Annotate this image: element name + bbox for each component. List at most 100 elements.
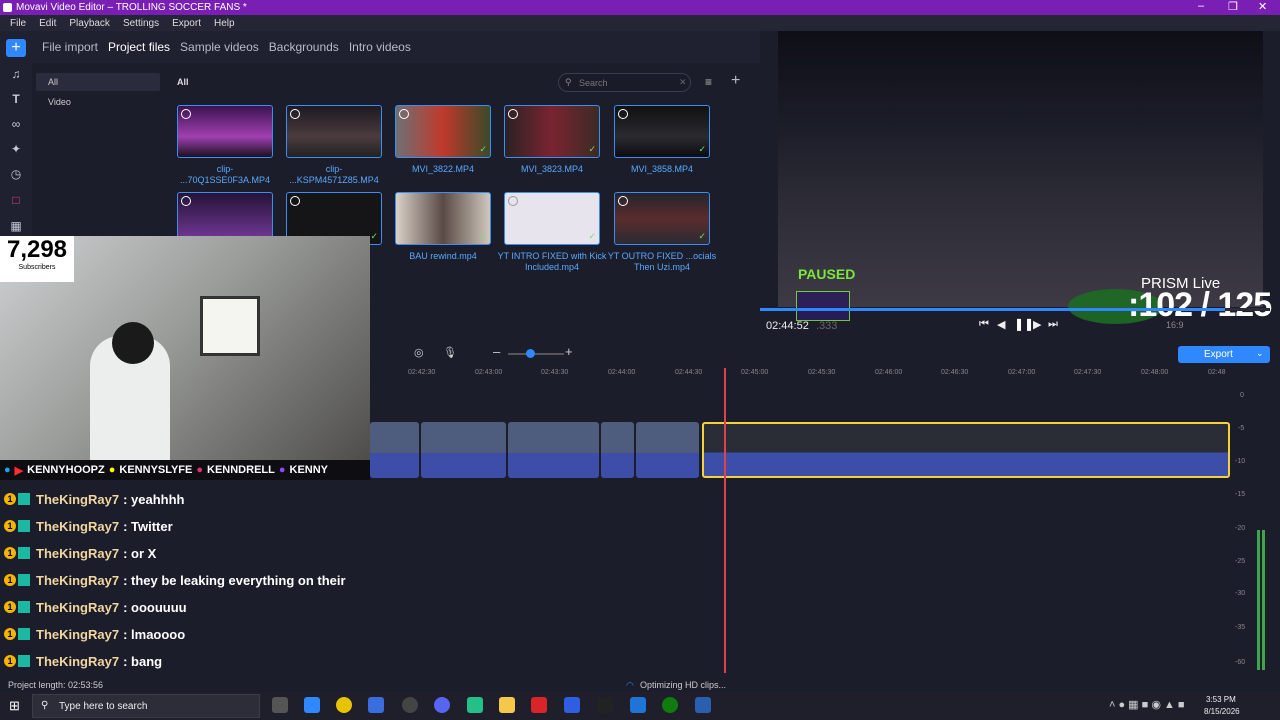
add-file-icon[interactable]: + — [731, 72, 740, 90]
tab-backgrounds[interactable]: Backgrounds — [269, 40, 339, 54]
file-label: clip- ...70Q1SSE0F3A.MP4 — [179, 164, 271, 185]
ruler-label: 02:47:30 — [1074, 369, 1102, 376]
skip-end-icon[interactable]: ⏭ — [1048, 318, 1058, 331]
titles-icon[interactable]: T — [8, 91, 24, 107]
ruler-label: 02:46:30 — [941, 369, 969, 376]
microphone-icon[interactable]: 🎙 — [443, 346, 457, 359]
minimize-button[interactable]: – — [1198, 0, 1204, 12]
playback-progress[interactable] — [760, 308, 1270, 311]
file-thumb[interactable]: ✓ — [614, 192, 710, 245]
chrome-icon[interactable] — [336, 697, 352, 713]
file-label: YT INTRO FIXED with Kick Included.mp4 — [497, 251, 607, 272]
tab-file-import[interactable]: File import — [42, 40, 98, 54]
zoom-slider[interactable] — [508, 353, 564, 355]
menu-playback[interactable]: Playback — [69, 18, 110, 29]
close-button[interactable]: ✕ — [1258, 0, 1267, 13]
window-shape — [200, 296, 260, 356]
export-button[interactable]: Export ⌄ — [1178, 346, 1270, 363]
obs-icon[interactable] — [402, 697, 418, 713]
outlook-icon[interactable] — [630, 697, 646, 713]
menu-file[interactable]: File — [10, 18, 26, 29]
app-icon[interactable] — [695, 697, 711, 713]
menu-edit[interactable]: Edit — [39, 18, 56, 29]
capcut-icon[interactable] — [597, 697, 613, 713]
chat-message: 1 TheKingRay7: bang — [0, 652, 370, 670]
clock-icon[interactable]: ◷ — [8, 166, 24, 182]
file-thumb[interactable]: ✓ — [395, 192, 491, 245]
tab-sample-videos[interactable]: Sample videos — [180, 40, 259, 54]
next-frame-icon[interactable]: ▶ — [1033, 318, 1041, 331]
file-label: YT OUTRO FIXED ...ocials Then Uzi.mp4 — [607, 251, 717, 272]
zoom-in-icon[interactable]: + — [565, 344, 573, 359]
video-preview[interactable]: PAUSED — [778, 31, 1263, 324]
record-icon[interactable]: ◎ — [414, 346, 424, 359]
menu-export[interactable]: Export — [172, 18, 201, 29]
file-label: MVI_3822.MP4 — [411, 164, 475, 174]
search-input[interactable]: ⚲ Search ✕ — [558, 73, 691, 92]
zoom-slider-handle[interactable] — [526, 349, 535, 358]
chat-message: 1 TheKingRay7: Twitter — [0, 517, 370, 535]
skip-start-icon[interactable]: ⏮ — [979, 318, 989, 331]
file-thumb[interactable] — [177, 105, 273, 158]
file-thumb[interactable] — [286, 105, 382, 158]
taskbar-search-input[interactable]: ⚲ Type here to search — [32, 694, 260, 718]
task-view-icon[interactable] — [272, 697, 288, 713]
music-icon[interactable]: ♫ — [8, 66, 24, 82]
chevron-down-icon[interactable]: ⌄ — [1256, 348, 1264, 359]
timeline-clip[interactable] — [508, 422, 599, 478]
ruler-label: 02:47:00 — [1008, 369, 1036, 376]
tab-intro-videos[interactable]: Intro videos — [349, 40, 411, 54]
export-label: Export — [1204, 349, 1233, 360]
movavi-icon[interactable] — [564, 697, 580, 713]
import-tabs: File import Project files Sample videos … — [32, 31, 760, 63]
filter-all[interactable]: All — [48, 77, 58, 87]
file-thumb[interactable]: ✓ — [395, 105, 491, 158]
selected-timeline-clip[interactable] — [702, 422, 1230, 478]
clear-search-icon[interactable]: ✕ — [679, 77, 687, 88]
check-icon: ✓ — [588, 231, 596, 241]
discord-icon[interactable] — [434, 697, 450, 713]
check-icon: ✓ — [370, 231, 378, 241]
app-icon[interactable] — [467, 697, 483, 713]
file-thumb[interactable]: ✓ — [614, 105, 710, 158]
snapchat-icon: ● — [108, 464, 116, 476]
copilot-icon[interactable] — [304, 697, 320, 713]
play-icon — [181, 109, 191, 119]
prev-frame-icon[interactable]: ◀ — [997, 318, 1005, 331]
sub-badge-icon — [18, 520, 30, 532]
sort-icon[interactable]: ≡ — [705, 75, 712, 89]
subscriber-box: 7,298 Subscribers — [0, 236, 74, 282]
filter-video[interactable]: Video — [48, 97, 71, 107]
restore-button[interactable]: ❐ — [1228, 0, 1238, 13]
tab-project-files[interactable]: Project files — [108, 40, 170, 54]
timeline-clip[interactable] — [370, 422, 419, 478]
store-icon[interactable]: □ — [8, 192, 24, 208]
xbox-icon[interactable] — [662, 697, 678, 713]
file-explorer-icon[interactable] — [499, 697, 515, 713]
file-thumb[interactable]: ✓ — [504, 192, 600, 245]
timeline-clip[interactable] — [601, 422, 634, 478]
store-icon[interactable] — [368, 697, 384, 713]
filters-icon[interactable]: ✦ — [8, 141, 24, 157]
play-icon — [181, 196, 191, 206]
playhead[interactable] — [724, 368, 726, 673]
meter-label: -10 — [1235, 458, 1246, 465]
pause-icon[interactable]: ❚❚ — [1014, 317, 1034, 331]
windows-start-icon[interactable]: ⊞ — [9, 698, 20, 714]
social-handle: KENNY — [289, 464, 329, 476]
timeline-clip[interactable] — [636, 422, 699, 478]
badge-icon: 1 — [4, 574, 16, 586]
voicemod-icon[interactable] — [531, 697, 547, 713]
grid-header: All — [177, 77, 189, 87]
tray-icons[interactable]: ˄ ● ▦ ■ ◉ ▲ ■ — [1109, 698, 1185, 711]
transitions-icon[interactable]: ∞ — [8, 116, 24, 132]
file-thumb[interactable]: ✓ — [504, 105, 600, 158]
add-media-button[interactable]: + — [6, 39, 26, 57]
aspect-ratio[interactable]: 16:9 — [1166, 320, 1184, 330]
sub-badge-icon — [18, 655, 30, 667]
zoom-out-icon[interactable]: – — [493, 344, 500, 359]
more-tools-icon[interactable]: ▦ — [8, 218, 24, 234]
menu-help[interactable]: Help — [214, 18, 235, 29]
timeline-clip[interactable] — [421, 422, 506, 478]
menu-settings[interactable]: Settings — [123, 18, 159, 29]
